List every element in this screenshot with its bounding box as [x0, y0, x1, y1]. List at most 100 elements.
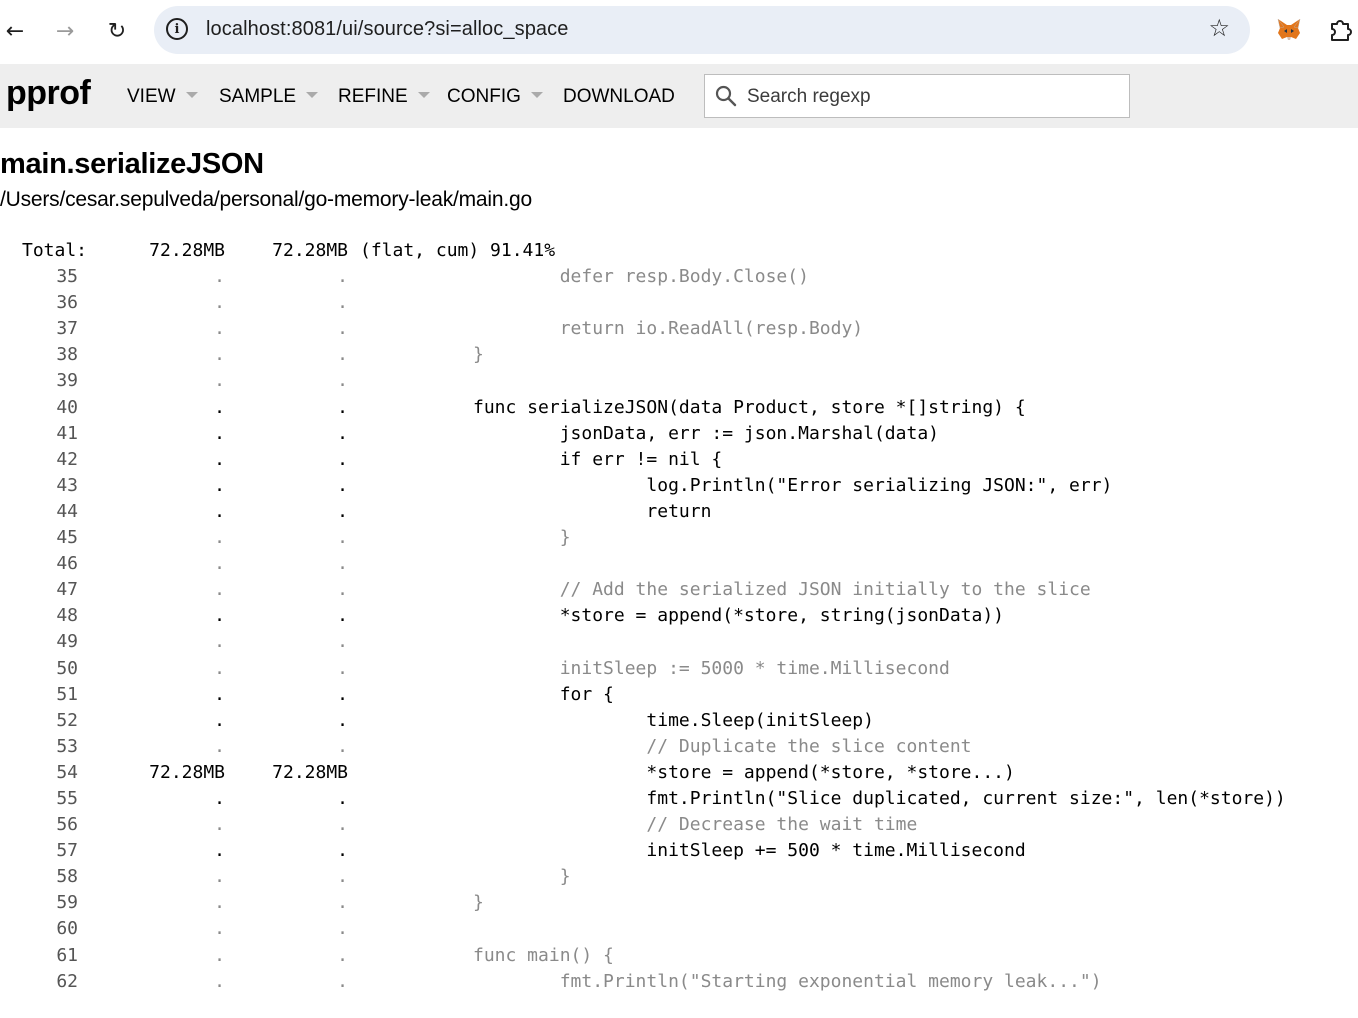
- metamask-fox-icon[interactable]: [1276, 16, 1302, 42]
- info-icon[interactable]: i: [166, 18, 188, 40]
- source-line[interactable]: 37.. return io.ReadAll(resp.Body): [0, 316, 863, 342]
- flat-value: .: [214, 396, 225, 418]
- puzzle-icon[interactable]: [1327, 16, 1355, 44]
- code-text: defer resp.Body.Close(): [473, 266, 809, 288]
- flat-value: .: [214, 579, 225, 601]
- source-line[interactable]: 53.. // Duplicate the slice content: [0, 734, 971, 760]
- flat-value: .: [214, 422, 225, 444]
- cum-value: .: [337, 474, 348, 496]
- source-line[interactable]: 57.. initSleep += 500 * time.Millisecond: [0, 838, 1025, 864]
- flat-value: 72.28MB: [149, 761, 225, 783]
- cum-value: .: [337, 370, 348, 392]
- source-line[interactable]: 62.. fmt.Println("Starting exponential m…: [0, 969, 1101, 995]
- source-line[interactable]: 58.. }: [0, 864, 570, 890]
- flat-value: .: [214, 527, 225, 549]
- menu-download[interactable]: DOWNLOAD: [563, 86, 675, 108]
- cum-value: .: [337, 527, 348, 549]
- source-line[interactable]: 60..: [0, 916, 348, 942]
- line-number: 37: [56, 318, 78, 340]
- line-number: 43: [56, 474, 78, 496]
- line-number: 57: [56, 840, 78, 862]
- source-line[interactable]: 54 72.28MB 72.28MB *store = append(*store,…: [0, 760, 1015, 786]
- address-bar[interactable]: i localhost:8081/ui/source?si=alloc_spac…: [154, 6, 1250, 54]
- cum-value: .: [337, 840, 348, 862]
- source-line[interactable]: 43.. log.Println("Error serializing JSON…: [0, 473, 1112, 499]
- source-line[interactable]: 35.. defer resp.Body.Close(): [0, 264, 809, 290]
- source-line[interactable]: 50.. initSleep := 5000 * time.Millisecon…: [0, 656, 950, 682]
- source-line[interactable]: 48.. *store = append(*store, string(json…: [0, 603, 1004, 629]
- line-number: 53: [56, 735, 78, 757]
- code-text: // Duplicate the slice content: [473, 735, 972, 757]
- source-line[interactable]: 46..: [0, 551, 348, 577]
- flat-value: .: [214, 944, 225, 966]
- line-number: 49: [56, 631, 78, 653]
- source-line[interactable]: 45.. }: [0, 525, 570, 551]
- caret-down-icon: [185, 92, 198, 98]
- source-line[interactable]: 51.. for {: [0, 682, 614, 708]
- cum-value: .: [337, 709, 348, 731]
- line-number: 38: [56, 344, 78, 366]
- cum-value: .: [337, 892, 348, 914]
- back-button[interactable]: ←: [0, 14, 32, 48]
- source-line[interactable]: 38..}: [0, 342, 484, 368]
- code-text: time.Sleep(initSleep): [473, 709, 874, 731]
- line-number: 42: [56, 448, 78, 470]
- flat-value: .: [214, 553, 225, 575]
- star-icon[interactable]: ☆: [1208, 14, 1230, 42]
- flat-value: .: [214, 266, 225, 288]
- flat-value: .: [214, 318, 225, 340]
- source-line[interactable]: 42.. if err != nil {: [0, 447, 722, 473]
- search-icon: [715, 85, 737, 107]
- flat-value: .: [214, 814, 225, 836]
- forward-button[interactable]: →: [48, 14, 82, 48]
- browser-toolbar: ← → ↻ i localhost:8081/ui/source?si=allo…: [0, 0, 1358, 65]
- menu-refine[interactable]: REFINE: [338, 86, 430, 108]
- search-box[interactable]: [704, 74, 1130, 118]
- flat-value: .: [214, 631, 225, 653]
- source-line[interactable]: 41.. jsonData, err := json.Marshal(data): [0, 421, 939, 447]
- source-line[interactable]: 36..: [0, 290, 348, 316]
- menu-config[interactable]: CONFIG: [447, 86, 543, 108]
- line-number: 60: [56, 918, 78, 940]
- source-line[interactable]: 44.. return: [0, 499, 711, 525]
- cum-value: .: [337, 292, 348, 314]
- line-number: 51: [56, 683, 78, 705]
- cum-value: .: [337, 944, 348, 966]
- line-number: 59: [56, 892, 78, 914]
- menu-sample[interactable]: SAMPLE: [219, 86, 319, 108]
- line-number: 52: [56, 709, 78, 731]
- total-flat: 72.28MB: [149, 240, 225, 261]
- line-number: 58: [56, 866, 78, 888]
- menu-view[interactable]: VIEW: [127, 86, 198, 108]
- total-summary: (flat, cum) 91.41%: [360, 240, 556, 261]
- source-line[interactable]: 47.. // Add the serialized JSON initiall…: [0, 577, 1090, 603]
- line-number: 61: [56, 944, 78, 966]
- flat-value: .: [214, 292, 225, 314]
- source-line[interactable]: 55.. fmt.Println("Slice duplicated, curr…: [0, 786, 1285, 812]
- url-text[interactable]: localhost:8081/ui/source?si=alloc_space: [206, 18, 568, 41]
- code-text: return: [473, 500, 712, 522]
- menu-config-label: CONFIG: [447, 86, 521, 107]
- flat-value: .: [214, 474, 225, 496]
- line-number: 36: [56, 292, 78, 314]
- source-line[interactable]: 39..: [0, 368, 348, 394]
- code-text: fmt.Println("Slice duplicated, current s…: [473, 787, 1286, 809]
- source-line[interactable]: 59..}: [0, 890, 484, 916]
- pprof-logo[interactable]: pprof: [6, 74, 91, 113]
- flat-value: .: [214, 892, 225, 914]
- source-line[interactable]: 40.. func serializeJSON(data Product, sto…: [0, 395, 1025, 421]
- line-number: 46: [56, 553, 78, 575]
- cum-value: .: [337, 318, 348, 340]
- flat-value: .: [214, 709, 225, 731]
- code-text: initSleep += 500 * time.Millisecond: [473, 840, 1026, 862]
- source-line[interactable]: 61.. func main() {: [0, 943, 614, 969]
- source-line[interactable]: 52.. time.Sleep(initSleep): [0, 708, 874, 734]
- menu-sample-label: SAMPLE: [219, 86, 297, 107]
- line-number: 47: [56, 579, 78, 601]
- source-line[interactable]: 56.. // Decrease the wait time: [0, 812, 917, 838]
- flat-value: .: [214, 370, 225, 392]
- search-input[interactable]: [745, 83, 1119, 111]
- total-row: Total: 72.28MB 72.28MB (flat, cum) 91.41…: [0, 238, 555, 264]
- reload-button[interactable]: ↻: [100, 14, 134, 48]
- source-line[interactable]: 49..: [0, 629, 348, 655]
